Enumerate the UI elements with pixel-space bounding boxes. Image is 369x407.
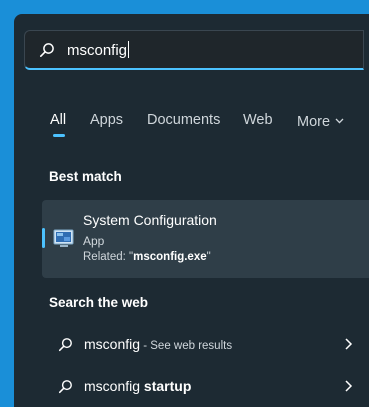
tab-web[interactable]: Web <box>243 112 273 128</box>
search-input[interactable]: msconfig <box>24 30 364 70</box>
best-match-type: App <box>83 234 105 248</box>
search-icon <box>39 42 55 58</box>
best-match-related: Related: "msconfig.exe" <box>83 251 211 263</box>
web-result-text: msconfig startup <box>84 378 191 394</box>
tab-documents[interactable]: Documents <box>147 112 220 128</box>
web-result-query: msconfig <box>84 378 144 394</box>
tab-all[interactable]: All <box>50 112 66 128</box>
related-filename: msconfig.exe <box>133 251 207 263</box>
tab-more[interactable]: More <box>297 112 344 130</box>
chevron-right-icon <box>343 337 353 351</box>
search-input-value: msconfig <box>67 42 128 59</box>
search-icon <box>58 337 73 352</box>
search-web-heading: Search the web <box>49 295 149 310</box>
web-result-row[interactable]: msconfig - See web results <box>42 326 369 364</box>
tab-more-label: More <box>297 114 331 130</box>
web-result-row[interactable]: msconfig startup <box>42 368 369 406</box>
web-result-text: msconfig - See web results <box>84 336 232 352</box>
text-caret <box>128 41 130 58</box>
active-tab-indicator <box>53 134 65 137</box>
best-match-heading: Best match <box>49 169 122 184</box>
related-suffix: " <box>206 251 211 263</box>
search-icon <box>58 379 73 394</box>
web-result-query: msconfig <box>84 336 141 352</box>
web-result-suffix: - See web results <box>140 340 233 352</box>
selection-indicator <box>42 228 45 248</box>
system-configuration-app-icon <box>52 226 76 250</box>
chevron-down-icon <box>335 112 344 128</box>
tab-apps[interactable]: Apps <box>90 112 123 128</box>
related-prefix: Related: " <box>83 251 134 263</box>
best-match-title: System Configuration <box>83 212 217 228</box>
chevron-right-icon <box>343 379 353 393</box>
web-result-query-bold: startup <box>143 378 192 394</box>
